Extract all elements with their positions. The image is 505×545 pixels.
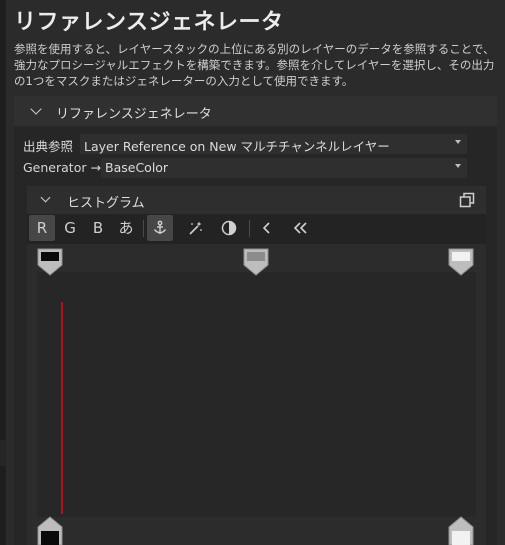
toolbar-divider: [249, 220, 250, 237]
anchor-icon: [153, 220, 167, 234]
dropdown-arrow-icon: [455, 140, 461, 144]
source-reference-row: 出典参照 Layer Reference on New マルチチャンネルレイヤー: [23, 134, 467, 154]
popout-window-icon[interactable]: [459, 192, 475, 208]
chevron-down-icon[interactable]: [30, 103, 42, 115]
input-black-handle[interactable]: [37, 248, 63, 276]
section-header[interactable]: リファレンスジェネレータ: [14, 96, 497, 126]
output-black-handle[interactable]: [37, 516, 63, 545]
generator-value: BaseColor: [105, 160, 169, 175]
histogram-header[interactable]: ヒストグラム: [27, 186, 486, 214]
left-panel-segment: [0, 440, 6, 466]
generator-dropdown[interactable]: BaseColor: [101, 158, 467, 178]
source-reference-value: Layer Reference on New マルチチャンネルレイヤー: [84, 139, 390, 154]
input-white-handle[interactable]: [448, 248, 474, 276]
step-back-button[interactable]: [254, 215, 280, 241]
input-gray-handle[interactable]: [243, 248, 269, 276]
channel-alpha-button[interactable]: あ: [113, 215, 139, 241]
output-white-handle[interactable]: [448, 516, 474, 545]
channel-g-button[interactable]: G: [57, 215, 83, 241]
source-reference-dropdown[interactable]: Layer Reference on New マルチチャンネルレイヤー: [80, 134, 467, 154]
histogram-channel-line: [61, 302, 63, 514]
generator-label: Generator →: [23, 160, 101, 175]
anchor-button[interactable]: [147, 215, 173, 241]
histogram-title: ヒストグラム: [67, 196, 145, 211]
page-title: リファレンスジェネレータ: [14, 10, 284, 35]
contrast-icon: [221, 220, 237, 236]
source-reference-label: 出典参照: [23, 139, 74, 154]
histogram-toolbar: R G B あ: [27, 214, 486, 244]
section-title: リファレンスジェネレータ: [56, 107, 212, 122]
double-chevron-left-icon: [293, 222, 307, 234]
channel-b-button[interactable]: B: [85, 215, 111, 241]
generator-row: Generator → BaseColor: [23, 158, 467, 178]
chevron-down-icon[interactable]: [40, 192, 51, 203]
histogram-panel: ヒストグラム R G B あ: [27, 186, 486, 545]
histogram-plot: [27, 244, 486, 545]
channel-r-button[interactable]: R: [29, 215, 55, 241]
magic-wand-icon: [189, 221, 202, 235]
dropdown-arrow-icon: [455, 164, 461, 168]
page-description: 参照を使用すると、レイヤースタックの上位にある別のレイヤーのデータを参照すること…: [14, 42, 495, 88]
invert-button[interactable]: [216, 215, 242, 241]
chevron-left-icon: [262, 222, 270, 234]
histogram-graph-area: [37, 272, 476, 517]
reset-to-start-button[interactable]: [286, 215, 314, 241]
auto-level-button[interactable]: [182, 215, 208, 241]
toolbar-divider: [143, 220, 144, 237]
left-panel-edge: [0, 0, 6, 545]
